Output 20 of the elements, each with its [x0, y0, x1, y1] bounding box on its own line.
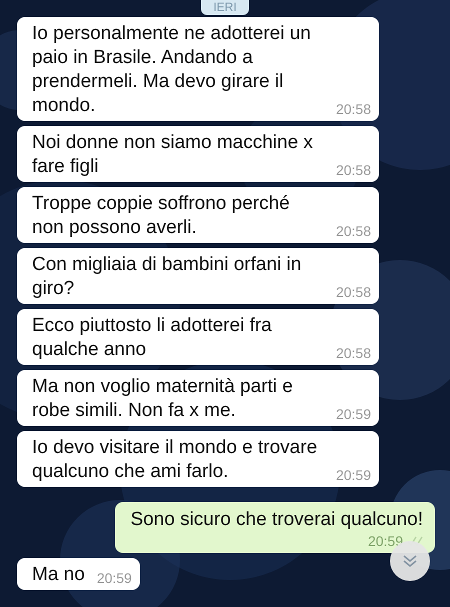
message-time: 20:59 [336, 466, 371, 484]
message-time: 20:59 [368, 532, 403, 550]
message-text: Ma non voglio maternità parti e robe simili. Non fa x me. [32, 375, 294, 423]
message-time: 20:58 [336, 222, 371, 240]
message-text: Sono sicuro che troverai qualcuno! [130, 508, 423, 532]
message-text: Ecco piuttosto li adotterei fra qualche anno [32, 314, 273, 362]
message-text: Noi donne non siamo macchine x fare figli [32, 131, 314, 179]
message-text: Ma no [32, 563, 85, 587]
double-chevron-down-icon [402, 554, 418, 568]
message-time: 20:59 [96, 569, 132, 587]
message-time: 20:59 [336, 405, 371, 423]
message-time: 20:58 [336, 283, 371, 301]
message-text: Io devo visitare il mondo e trovare qualcuno che ami farlo. [32, 436, 318, 484]
message-time: 20:58 [336, 161, 371, 179]
message-time: 20:58 [336, 344, 371, 362]
date-chip: IERI [201, 0, 249, 15]
message-text: Troppe coppie soffrono perché non possono averli. [32, 192, 291, 240]
message-text: Con migliaia di bambini orfani in giro? [32, 253, 302, 301]
message-time: 20:58 [336, 100, 371, 118]
message-text: Io personalmente ne adotterei un paio in Brasile. Andando a prendermeli. Ma devo girare il mondo. [32, 22, 312, 118]
